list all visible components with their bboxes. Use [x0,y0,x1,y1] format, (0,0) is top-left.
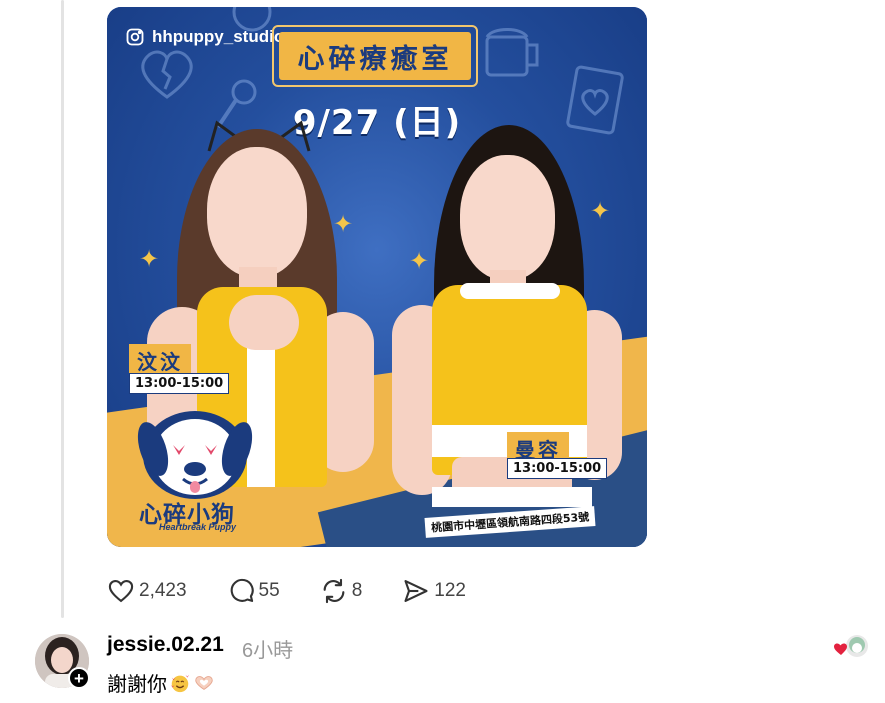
reply-timestamp: 6小時 [242,640,294,662]
reply-username[interactable]: jessie.02.21 [107,633,224,657]
repost-icon [323,578,345,604]
image-handle: hhpuppy_studio [125,27,284,47]
comment-bubble-icon [230,578,254,602]
thread-connector-line [61,0,64,618]
reply-avatar-wrap[interactable]: + [35,634,90,689]
event-title-box: 心碎療癒室 [272,25,478,87]
heart-icon [108,580,134,603]
broken-heart-doodle-icon [141,50,193,99]
left-member-time: 13:00-15:00 [129,373,230,394]
like-count: 2,423 [139,580,187,601]
post-image[interactable]: hhpuppy_studio 心碎療癒室 9/27 (日) ✦ ✦ ✦ ✦ 汶汶… [107,7,647,547]
share-button[interactable]: 122 [402,577,466,605]
reply-text: 謝謝你 [107,668,215,697]
heart-hands-emoji [195,675,213,690]
logo-subtitle: Heartbreak Puppy [159,522,237,532]
send-icon [404,580,428,602]
reply-text-content: 謝謝你 [107,674,167,696]
share-count: 122 [434,580,466,601]
right-member-time: 13:00-15:00 [507,458,608,479]
instagram-icon [126,28,144,46]
handle-text: hhpuppy_studio [152,27,285,46]
post-action-bar: 2,423 55 8 122 [107,576,506,606]
like-button[interactable]: 2,423 [107,577,187,605]
beer-mug-doodle-icon [485,28,539,77]
comment-count: 55 [258,580,280,601]
repost-count: 8 [351,580,363,601]
smiling-face-with-hearts-emoji [170,674,190,692]
follow-plus-button[interactable]: + [68,667,90,689]
author-liked-indicator-icon [834,635,868,657]
event-title: 心碎療癒室 [279,32,471,80]
plus-icon: + [74,668,84,688]
repost-button[interactable]: 8 [320,577,363,605]
comment-button[interactable]: 55 [227,577,280,605]
